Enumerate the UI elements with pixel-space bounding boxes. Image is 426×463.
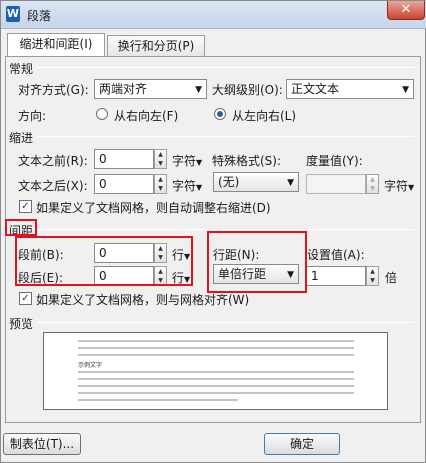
small-dropdown-arrow-icon: ▼ [196, 183, 203, 192]
alignment-value: 两端对齐 [99, 82, 148, 96]
indent-after-label: 文本之后(X): [18, 179, 88, 193]
small-dropdown-arrow-icon: ▼ [408, 183, 415, 192]
indent-before-unit[interactable]: 字符▼ [172, 152, 202, 169]
dropdown-arrow-icon: ▼ [195, 85, 202, 95]
indent-before-stepper[interactable]: ▲ ▼ [154, 149, 167, 169]
setting-unit-label: 倍 [385, 271, 398, 285]
preview-next-paragraph-line [78, 392, 354, 394]
alignment-select[interactable]: 两端对齐 ▼ [94, 79, 207, 99]
direction-ltr-radio[interactable] [214, 108, 226, 120]
setting-value-stepper[interactable]: ▲ ▼ [366, 266, 379, 286]
unit-label: 字符 [172, 179, 197, 193]
spacing-grid-label: 如果定义了文档网格，则与网格对齐(W) [36, 293, 250, 307]
measure-stepper[interactable]: ▲ ▼ [366, 174, 379, 194]
setting-value-label: 设置值(A): [307, 248, 365, 262]
measure-input[interactable] [306, 174, 366, 194]
preview-next-paragraph-line [78, 385, 354, 387]
indent-grid-label: 如果定义了文档网格，则自动调整右缩进(D) [36, 201, 271, 215]
ok-button[interactable]: 确定 [264, 433, 340, 455]
outline-level-select[interactable]: 正文文本 ▼ [286, 79, 414, 99]
section-indent-title: 缩进 [9, 131, 34, 145]
measure-label: 度量值(Y): [306, 154, 363, 168]
highlight-box-spacing-title [5, 219, 37, 236]
special-format-value: (无) [218, 175, 240, 189]
spacing-grid-checkbox[interactable]: ✓ [19, 292, 32, 305]
outline-level-label: 大纲级别(O): [212, 83, 283, 97]
indent-before-input[interactable]: 0 [94, 149, 154, 169]
setting-value-input[interactable]: 1 [306, 266, 366, 286]
special-format-label: 特殊格式(S): [212, 154, 282, 168]
dropdown-arrow-icon: ▼ [287, 178, 294, 188]
title-bar: W 段落 ✕ [1, 1, 426, 29]
preview-next-paragraph-line [78, 378, 354, 380]
direction-rtl-label: 从右向左(F) [114, 109, 179, 123]
measure-unit[interactable]: 字符▼ [384, 177, 414, 194]
section-preview-title: 预览 [9, 317, 34, 331]
small-dropdown-arrow-icon: ▼ [196, 158, 203, 167]
indent-after-unit[interactable]: 字符▼ [172, 177, 202, 194]
indent-grid-checkbox[interactable]: ✓ [19, 200, 32, 213]
paragraph-dialog: W 段落 ✕ 缩进和间距(I) 换行和分页(P) 常规 对齐方式(G): 两端对… [0, 0, 426, 463]
wps-writer-icon: W [6, 6, 20, 22]
preview-next-paragraph-line [78, 399, 238, 401]
dropdown-arrow-icon: ▼ [402, 85, 409, 95]
indent-after-input[interactable]: 0 [94, 174, 154, 194]
divider [37, 322, 415, 323]
dialog-title: 段落 [27, 9, 52, 23]
preview-next-paragraph-line [78, 371, 354, 373]
preview-box: 示例文字 [43, 332, 388, 410]
unit-label: 字符 [172, 154, 197, 168]
close-button[interactable]: ✕ [387, 1, 425, 20]
unit-label: 字符 [384, 179, 409, 193]
divider [37, 67, 415, 68]
preview-previous-paragraph-line [78, 340, 354, 342]
preview-previous-paragraph-line [78, 347, 354, 349]
section-general-title: 常规 [9, 62, 34, 76]
alignment-label: 对齐方式(G): [18, 83, 89, 97]
direction-rtl-radio[interactable] [96, 108, 108, 120]
special-format-select[interactable]: (无) ▼ [213, 172, 299, 192]
direction-ltr-label: 从左向右(L) [232, 109, 297, 123]
tab-line-page-breaks[interactable]: 换行和分页(P) [107, 35, 205, 57]
preview-sample-text: 示例文字 [78, 362, 103, 369]
indent-after-stepper[interactable]: ▲ ▼ [154, 174, 167, 194]
direction-label: 方向: [18, 109, 47, 123]
outline-level-value: 正文文本 [291, 82, 340, 96]
preview-previous-paragraph-line [78, 354, 354, 356]
divider [37, 136, 415, 137]
tab-indent-spacing[interactable]: 缩进和间距(I) [7, 33, 105, 57]
indent-before-label: 文本之前(R): [18, 154, 88, 168]
tab-stops-button[interactable]: 制表位(T)... [3, 433, 81, 455]
highlight-box-line-spacing [207, 231, 307, 293]
highlight-box-before-after [15, 236, 193, 286]
divider [37, 229, 415, 230]
